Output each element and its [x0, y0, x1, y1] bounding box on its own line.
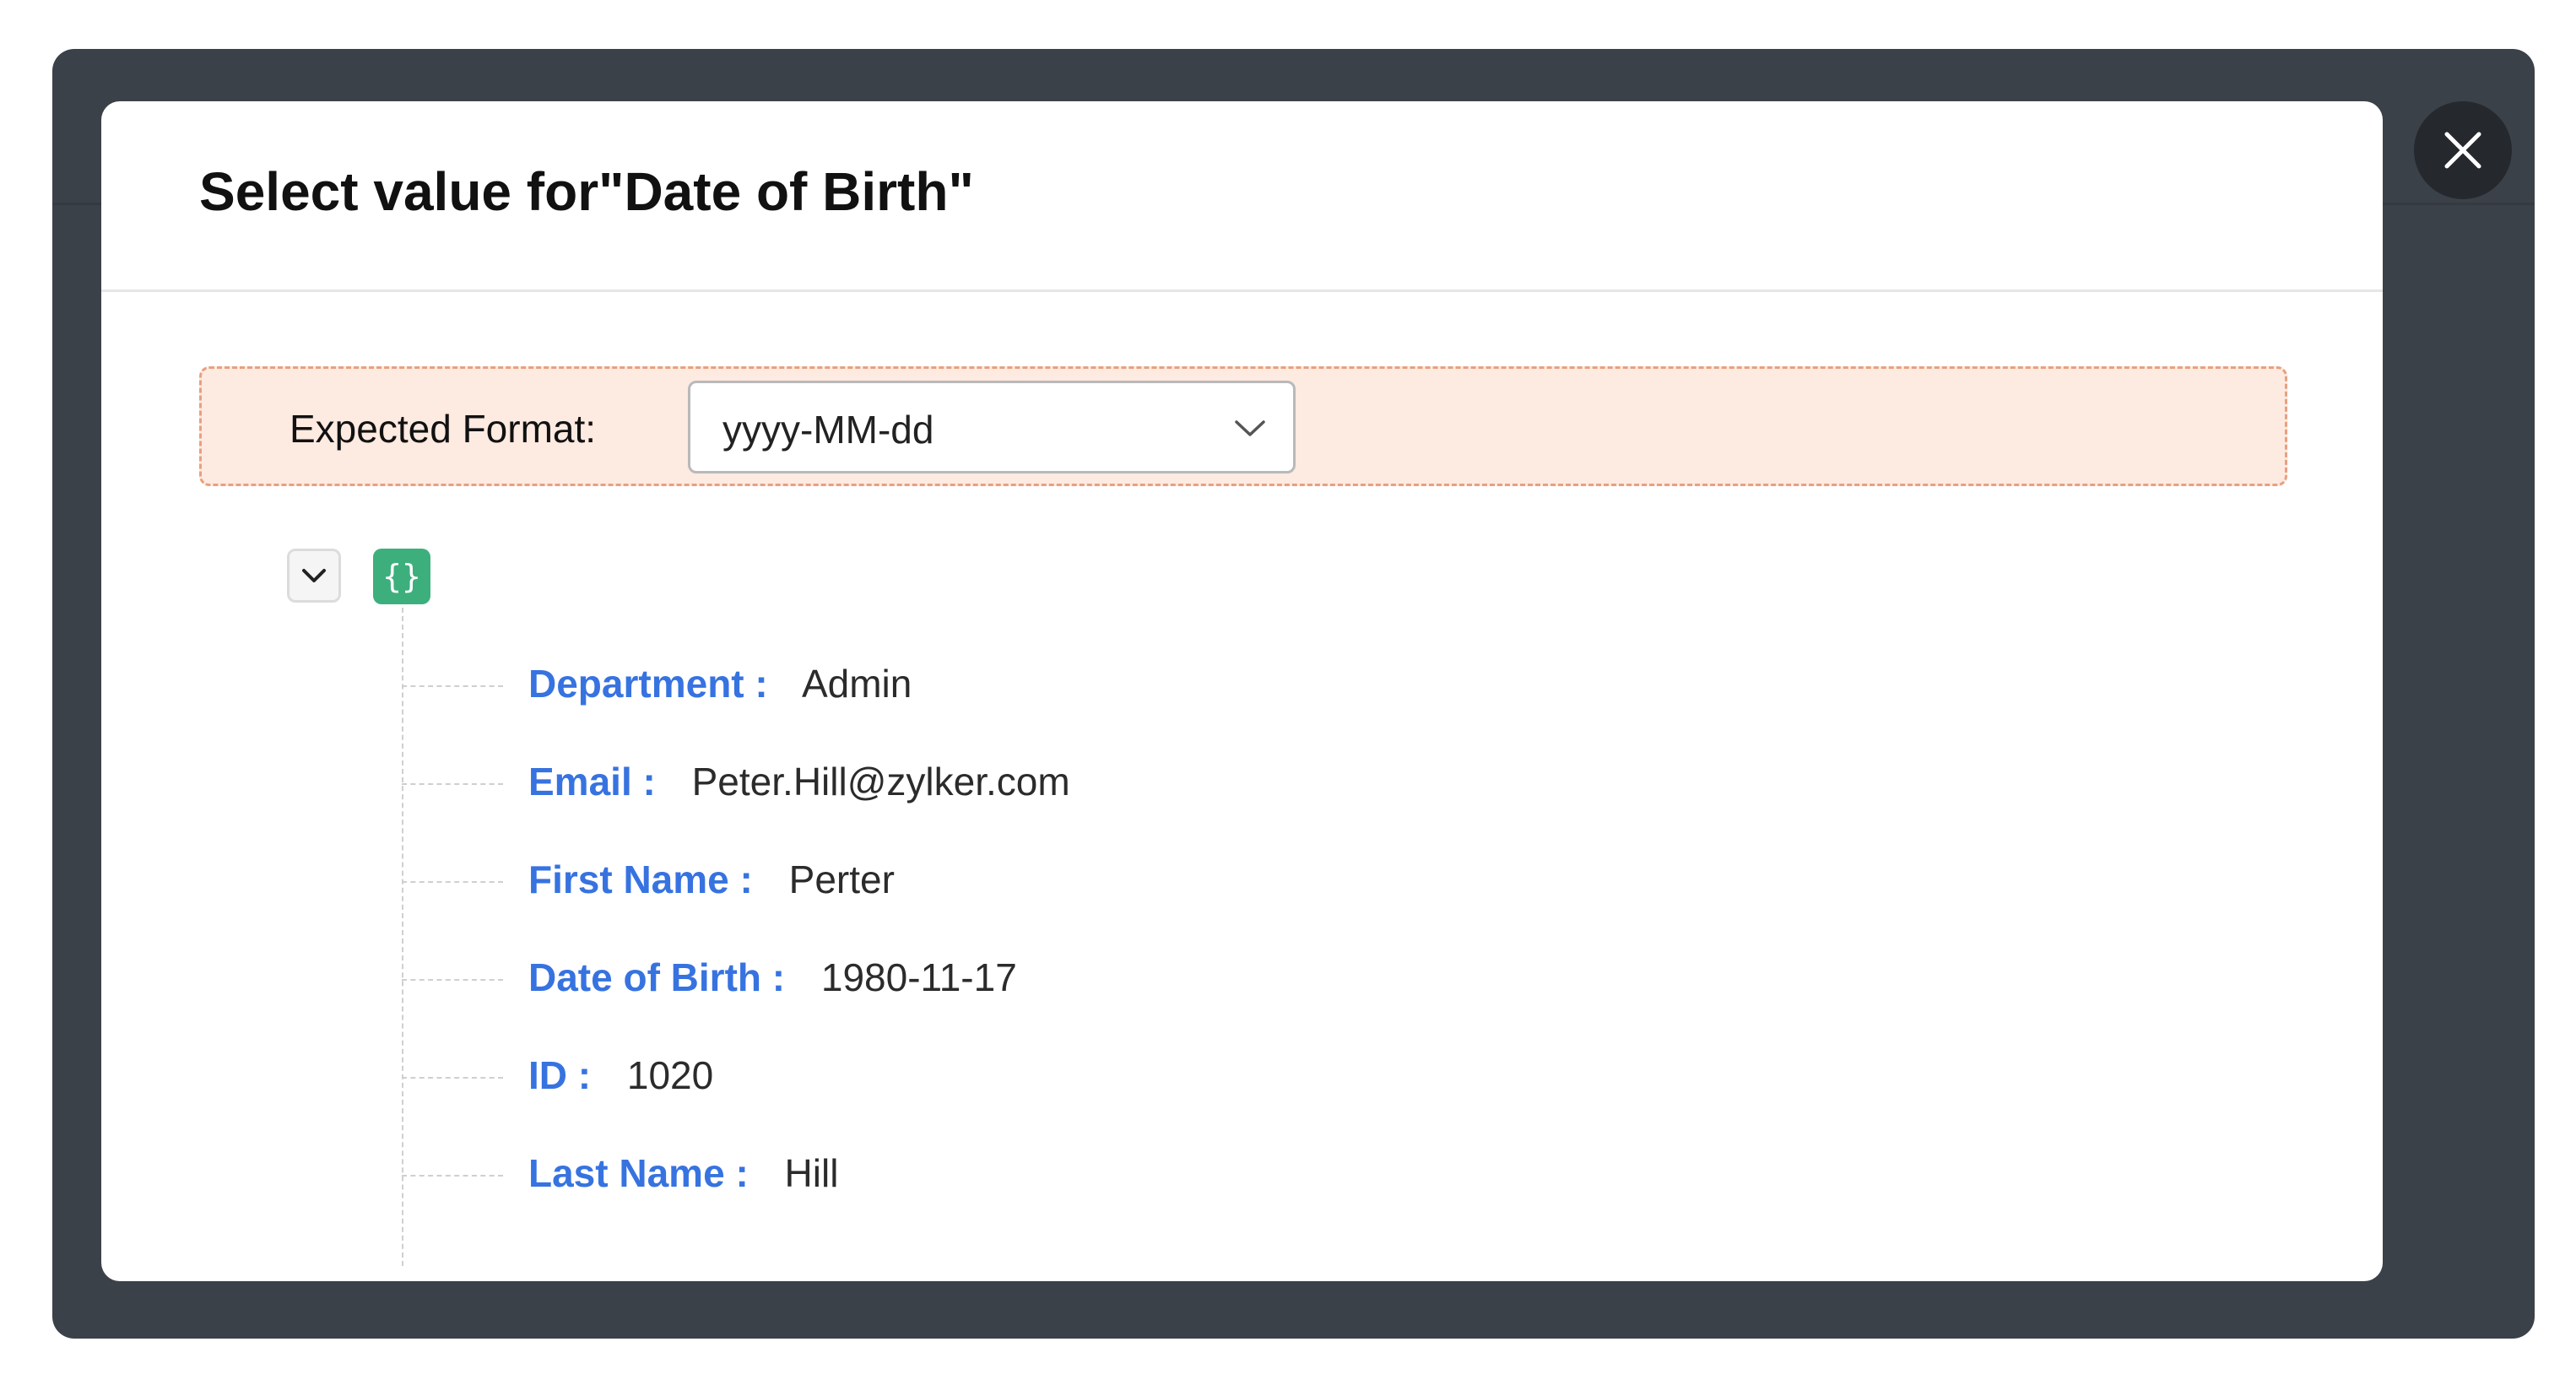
tree-branch-line — [402, 685, 503, 687]
format-select-value: yyyy-MM-dd — [722, 408, 934, 452]
tree-branch-line — [402, 783, 503, 785]
tree-branch-line — [402, 881, 503, 883]
close-icon — [2444, 132, 2481, 169]
tree-branch-line — [402, 979, 503, 981]
tree-item-key[interactable]: First Name — [528, 858, 729, 901]
tree-item-key[interactable]: Email — [528, 760, 632, 803]
expected-format-bar: Expected Format: yyyy-MM-dd — [199, 366, 2287, 486]
tree-item-value: Hill — [784, 1151, 839, 1195]
tree-item-value: 1980-11-17 — [820, 955, 1017, 999]
tree-item-separator: : — [577, 1053, 592, 1097]
tree-item-key[interactable]: Last Name — [528, 1151, 725, 1195]
tree-item-separator: : — [739, 858, 753, 901]
chevron-down-icon — [302, 569, 326, 582]
close-button[interactable] — [2414, 101, 2512, 199]
tree-branch-line — [402, 1077, 503, 1079]
tree-connector-line — [402, 608, 403, 1266]
tree-item-key[interactable]: Department — [528, 662, 744, 706]
tree-item-value: 1020 — [626, 1053, 714, 1097]
tree-item-key[interactable]: Date of Birth — [528, 955, 761, 999]
collapse-toggle-button[interactable] — [287, 549, 341, 603]
json-object-icon: {} — [373, 549, 430, 604]
format-select[interactable]: yyyy-MM-dd — [688, 381, 1296, 473]
tree-item-key[interactable]: ID — [528, 1053, 567, 1097]
dialog-title: Select value for"Date of Birth" — [199, 161, 974, 222]
tree-item-separator: : — [642, 760, 656, 803]
tree-branch-line — [402, 1175, 503, 1177]
expected-format-label: Expected Format: — [290, 407, 597, 451]
tree-item-value: Perter — [788, 858, 895, 901]
chevron-down-icon — [1235, 420, 1265, 436]
tree-item-separator: : — [771, 955, 786, 999]
tree-item-value: Peter.Hill@zylker.com — [691, 760, 1070, 803]
tree-item-separator: : — [755, 662, 768, 706]
dialog-header: Select value for"Date of Birth" — [101, 101, 2383, 292]
tree-item-separator: : — [735, 1151, 749, 1195]
select-value-dialog: Select value for"Date of Birth" Expected… — [101, 101, 2383, 1281]
tree-item-value: Admin — [801, 662, 912, 706]
